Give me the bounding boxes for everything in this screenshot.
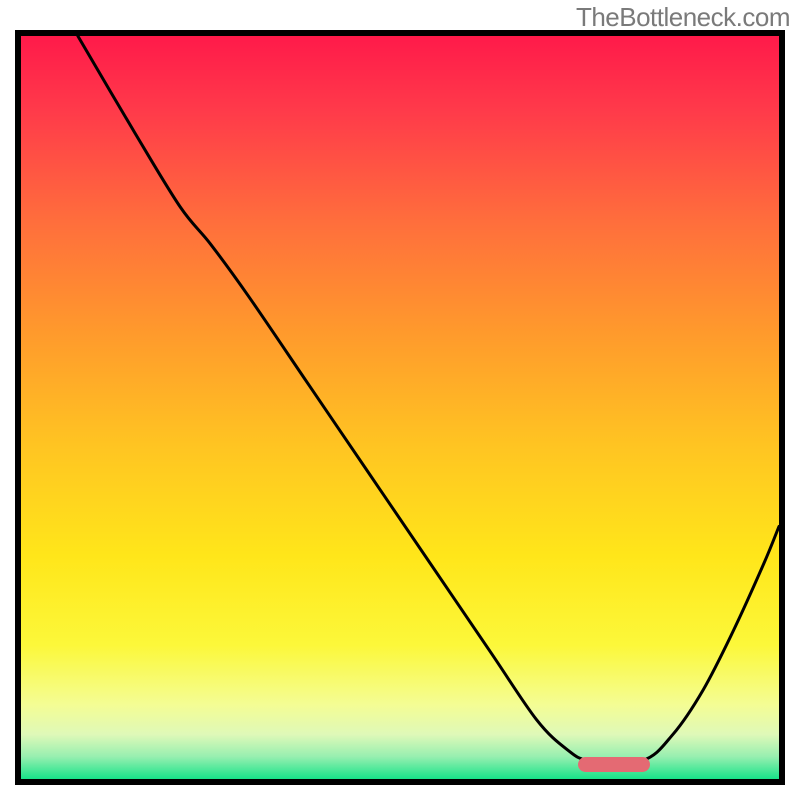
chart-frame	[15, 30, 785, 785]
watermark-label: TheBottleneck.com	[576, 2, 790, 33]
recommended-range-marker	[578, 757, 650, 772]
bottleneck-curve	[21, 36, 779, 779]
